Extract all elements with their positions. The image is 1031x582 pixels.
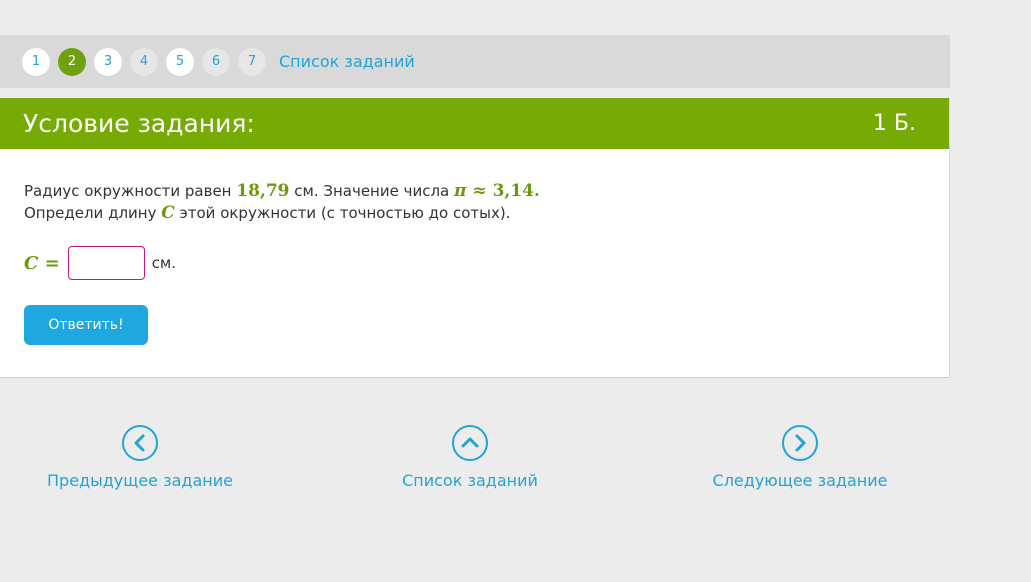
page-5-button[interactable]: 5 xyxy=(166,47,194,76)
radius-value: 18,79 xyxy=(236,181,290,201)
answer-row: C = см. xyxy=(24,246,176,280)
task-line-1: Радиус окружности равен 18,79 см. Значен… xyxy=(24,180,540,202)
line1-prefix: Радиус окружности равен xyxy=(24,182,237,200)
cut-off-heading xyxy=(0,0,950,8)
page-6-button[interactable]: 6 xyxy=(202,47,230,76)
task-header-title: Условие задания: xyxy=(23,109,255,138)
chevron-up-icon[interactable] xyxy=(452,425,488,461)
page-2-button[interactable]: 2 xyxy=(58,47,86,76)
prev-task-label[interactable]: Предыдущее задание xyxy=(30,471,250,490)
page: 1 2 3 4 5 6 7 Список заданий Условие зад… xyxy=(0,0,1031,582)
task-card: Условие задания: 1 Б. Радиус окружности … xyxy=(0,98,950,378)
page-1-button[interactable]: 1 xyxy=(22,47,50,76)
answer-unit: см. xyxy=(151,254,177,272)
line1-middle: см. Значение числа xyxy=(289,182,455,200)
task-header: Условие задания: 1 Б. xyxy=(0,98,949,149)
pi-value: 3,14. xyxy=(492,181,540,201)
variable-c: C xyxy=(161,203,175,223)
task-points: 1 Б. xyxy=(872,111,916,136)
line2-suffix: этой окружности (с точностью до сотых). xyxy=(174,204,511,222)
submit-answer-button[interactable]: Ответить! xyxy=(24,305,148,345)
answer-label: C = xyxy=(24,252,60,274)
next-task-nav[interactable]: Следующее задание xyxy=(690,425,910,490)
chevron-left-icon[interactable] xyxy=(122,425,158,461)
task-statement: Радиус окружности равен 18,79 см. Значен… xyxy=(24,180,540,224)
page-7-button[interactable]: 7 xyxy=(238,47,266,76)
task-list-nav[interactable]: Список заданий xyxy=(360,425,580,490)
answer-input[interactable] xyxy=(67,246,145,280)
page-4-button[interactable]: 4 xyxy=(130,47,158,76)
page-3-button[interactable]: 3 xyxy=(94,47,122,76)
task-line-2: Определи длину C этой окружности (с точн… xyxy=(24,202,540,224)
chevron-right-icon[interactable] xyxy=(782,425,818,461)
task-list-label[interactable]: Список заданий xyxy=(360,471,580,490)
pi-symbol: π xyxy=(454,181,467,201)
next-task-label[interactable]: Следующее задание xyxy=(690,471,910,490)
approx-sign: ≈ xyxy=(466,181,493,201)
page-dots: 1 2 3 4 5 6 7 xyxy=(22,47,274,76)
task-pager: 1 2 3 4 5 6 7 Список заданий xyxy=(0,35,950,88)
prev-task-nav[interactable]: Предыдущее задание xyxy=(30,425,250,490)
line2-prefix: Определи длину xyxy=(24,204,162,222)
task-list-link[interactable]: Список заданий xyxy=(279,52,415,71)
